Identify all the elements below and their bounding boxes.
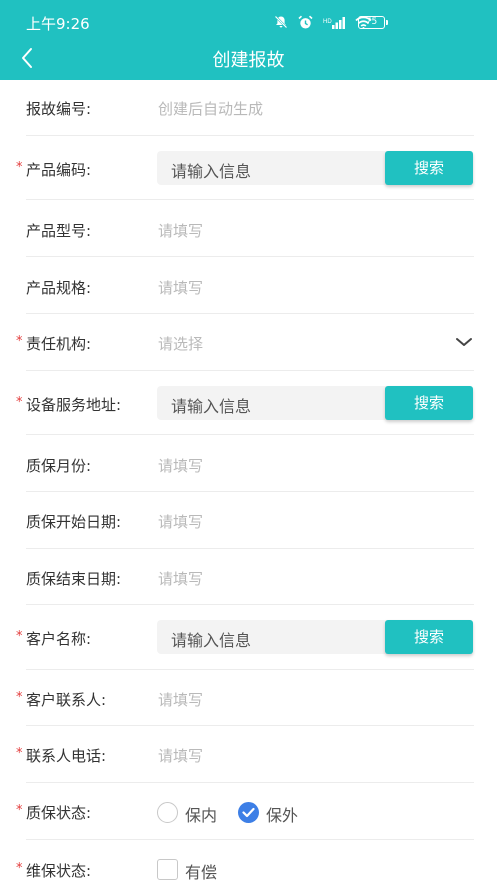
device-address-input[interactable]: 请输入信息 — [157, 386, 387, 420]
radio-in-warranty[interactable] — [157, 802, 178, 823]
device-address-search-button[interactable]: 搜索 — [385, 386, 473, 420]
required-marker: * — [16, 861, 23, 876]
warranty-status-label: 质保状态: — [26, 804, 92, 822]
divider — [26, 199, 474, 200]
divider — [26, 434, 474, 435]
status-time: 上午9:26 — [26, 15, 90, 33]
customer-name-input[interactable]: 请输入信息 — [157, 620, 387, 654]
paid-checkbox[interactable] — [157, 859, 178, 880]
responsible-org-select[interactable]: 请选择 — [158, 333, 203, 354]
radio-out-of-warranty[interactable] — [238, 802, 259, 823]
paid-checkbox-label[interactable]: 有偿 — [185, 859, 217, 883]
maintenance-status-label: 维保状态: — [26, 862, 92, 880]
customer-name-label: 客户名称: — [26, 630, 92, 648]
alarm-icon — [298, 15, 313, 28]
device-address-label: 设备服务地址: — [26, 396, 122, 414]
divider — [26, 839, 474, 840]
warranty-months-input[interactable]: 请填写 — [158, 455, 203, 476]
product-model-label: 产品型号: — [26, 222, 92, 240]
product-model-input[interactable]: 请填写 — [158, 220, 203, 241]
required-marker: * — [16, 746, 23, 761]
status-bar: 上午9:26 HD 75 — [0, 0, 497, 42]
product-code-input[interactable]: 请输入信息 — [157, 151, 387, 185]
warranty-start-label: 质保开始日期: — [26, 513, 122, 531]
device-address-placeholder: 请输入信息 — [171, 397, 252, 416]
divider — [26, 604, 474, 605]
signal-icon: HD — [323, 16, 345, 29]
svg-text:HD: HD — [323, 19, 332, 25]
product-code-search-button[interactable]: 搜索 — [385, 151, 473, 185]
required-marker: * — [16, 395, 23, 410]
report-no-label: 报故编号: — [26, 100, 92, 118]
divider — [26, 491, 474, 492]
divider — [26, 725, 474, 726]
app-header: 上午9:26 HD 75 创建报故 — [0, 0, 497, 80]
required-marker: * — [16, 803, 23, 818]
report-no-value: 创建后自动生成 — [158, 100, 264, 118]
responsible-org-label: 责任机构: — [26, 335, 92, 353]
required-marker: * — [16, 629, 23, 644]
required-marker: * — [16, 334, 23, 349]
warranty-start-input[interactable]: 请填写 — [158, 511, 203, 532]
required-marker: * — [16, 160, 23, 175]
divider — [26, 135, 474, 136]
contact-phone-input[interactable]: 请填写 — [158, 745, 203, 766]
product-spec-label: 产品规格: — [26, 279, 92, 297]
customer-contact-input[interactable]: 请填写 — [158, 689, 203, 710]
divider — [26, 669, 474, 670]
page-title: 创建报故 — [212, 50, 285, 71]
customer-name-placeholder: 请输入信息 — [171, 631, 252, 650]
warranty-months-label: 质保月份: — [26, 457, 92, 475]
required-marker: * — [16, 690, 23, 705]
battery-tip — [386, 20, 388, 25]
product-code-label: 产品编码: — [26, 161, 92, 179]
warranty-end-label: 质保结束日期: — [26, 570, 122, 588]
product-spec-input[interactable]: 请填写 — [158, 277, 203, 298]
radio-in-warranty-label[interactable]: 保内 — [185, 802, 217, 826]
divider — [26, 548, 474, 549]
divider — [26, 313, 474, 314]
product-code-placeholder: 请输入信息 — [171, 162, 252, 181]
customer-name-search-button[interactable]: 搜索 — [385, 620, 473, 654]
divider — [26, 370, 474, 371]
divider — [26, 782, 474, 783]
battery-icon: 75 — [358, 16, 385, 29]
warranty-end-input[interactable]: 请填写 — [158, 568, 203, 589]
mute-bell-icon — [274, 15, 288, 29]
customer-contact-label: 客户联系人: — [26, 691, 107, 709]
chevron-down-icon[interactable] — [455, 336, 473, 348]
divider — [26, 256, 474, 257]
check-icon — [242, 807, 255, 818]
contact-phone-label: 联系人电话: — [26, 747, 107, 765]
radio-out-of-warranty-label[interactable]: 保外 — [266, 802, 298, 826]
